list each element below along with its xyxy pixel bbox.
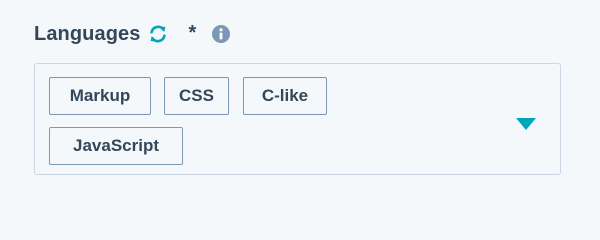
- tag-javascript[interactable]: JavaScript: [49, 127, 183, 165]
- caret-down-icon[interactable]: [516, 118, 536, 130]
- info-icon[interactable]: [212, 25, 231, 43]
- languages-multiselect[interactable]: Markup CSS C-like JavaScript: [34, 63, 561, 175]
- tag-markup[interactable]: Markup: [49, 77, 151, 115]
- tag-c-like[interactable]: C-like: [243, 77, 327, 115]
- field-label: Languages: [34, 22, 141, 45]
- sync-icon[interactable]: [148, 24, 168, 44]
- required-asterisk: *: [188, 21, 197, 44]
- tag-css[interactable]: CSS: [164, 77, 229, 115]
- field-label-row: Languages *: [34, 19, 231, 49]
